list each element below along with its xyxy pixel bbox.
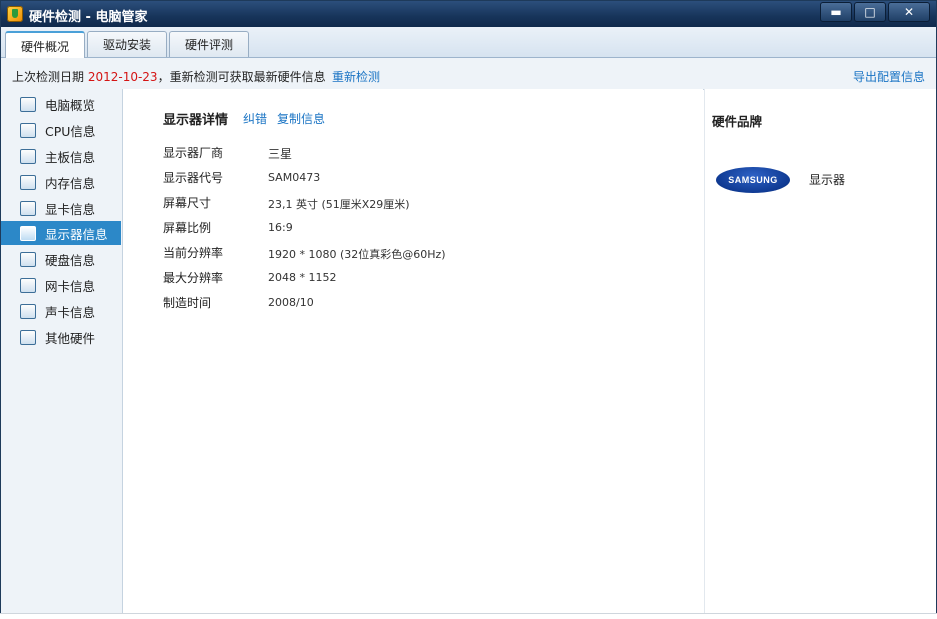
row-label-current-resolution: 当前分辨率 [163,246,224,260]
sidebar-item-label: 显卡信息 [45,201,96,217]
samsung-logo-text: SAMSUNG [728,175,778,185]
row-label-vendor: 显示器厂商 [163,146,224,160]
sidebar-item-memory[interactable]: 内存信息 [1,170,121,194]
sidebar-item-graphics[interactable]: 显卡信息 [1,196,121,220]
sidebar-item-motherboard[interactable]: 主板信息 [1,144,121,168]
sidebar-item-label: CPU信息 [45,123,96,139]
monitor-icon [20,225,36,241]
tab-bar: 硬件概况 驱动安装 硬件评测 [1,27,936,59]
sound-card-icon [20,303,36,319]
app-window: 硬件检测 - 电脑管家 ▬ □ ✕ 硬件概况 驱动安装 硬件评测 上次检测日期 … [0,0,937,614]
sidebar: 电脑概览 CPU信息 主板信息 内存信息 显卡信息 显示器信息 硬盘信息 网卡信… [1,89,123,613]
row-label-ratio: 屏幕比例 [163,221,212,235]
sidebar-item-label: 内存信息 [45,175,96,191]
network-card-icon [20,277,36,293]
row-label-max-resolution: 最大分辨率 [163,271,224,285]
sidebar-item-pc-overview[interactable]: 电脑概览 [1,92,121,116]
row-label-size: 屏幕尺寸 [163,196,212,210]
recheck-link[interactable]: 重新检测 [332,68,380,85]
motherboard-icon [20,148,36,164]
other-hardware-icon [20,329,36,345]
minimize-button[interactable]: ▬ [820,2,852,22]
sidebar-item-label: 主板信息 [45,149,96,165]
row-value-model: SAM0473 [268,171,321,184]
shield-icon [7,6,23,22]
row-value-size: 23,1 英寸 (51厘米X29厘米) [268,198,410,211]
sidebar-item-monitor[interactable]: 显示器信息 [1,221,121,245]
last-check-text: 上次检测日期 2012-10-23，重新检测可获取最新硬件信息 [12,68,326,85]
minimize-icon: ▬ [830,5,842,19]
section-title: 显示器详情 [163,113,229,128]
row-value-max-resolution: 2048 * 1152 [268,271,337,284]
close-button[interactable]: ✕ [888,2,930,22]
maximize-icon: □ [864,5,876,19]
tab-driver-install[interactable]: 驱动安装 [87,31,167,57]
brand-title: 硬件品牌 [712,114,763,129]
sidebar-item-label: 显示器信息 [45,226,108,242]
cpu-icon [20,122,36,138]
copy-info-link[interactable]: 复制信息 [277,110,325,127]
brand-panel: 硬件品牌 SAMSUNG 显示器 [704,89,936,613]
details-panel: 显示器详情 纠错 复制信息 显示器厂商 三星 显示器代号 SAM0473 屏幕尺… [123,89,703,613]
row-value-current-resolution: 1920 * 1080 (32位真彩色@60Hz) [268,248,446,261]
window-title: 硬件检测 - 电脑管家 [29,10,148,25]
maximize-button[interactable]: □ [854,2,886,22]
sidebar-item-hard-disk[interactable]: 硬盘信息 [1,247,121,271]
last-check-prefix: 上次检测日期 [12,70,88,84]
sidebar-item-label: 硬盘信息 [45,252,96,268]
window-controls: ▬ □ ✕ [818,2,930,22]
info-bar: 上次检测日期 2012-10-23，重新检测可获取最新硬件信息 重新检测 导出配… [1,58,936,90]
sidebar-item-cpu[interactable]: CPU信息 [1,118,121,142]
sidebar-item-label: 声卡信息 [45,304,96,320]
last-check-suffix: ，重新检测可获取最新硬件信息 [157,70,326,84]
sidebar-item-network[interactable]: 网卡信息 [1,273,121,297]
tab-hardware-overview[interactable]: 硬件概况 [5,31,85,59]
title-bar[interactable]: 硬件检测 - 电脑管家 ▬ □ ✕ [1,1,936,27]
sidebar-item-label: 网卡信息 [45,278,96,294]
row-value-ratio: 16:9 [268,221,293,234]
sidebar-item-label: 其他硬件 [45,330,96,346]
sidebar-item-sound[interactable]: 声卡信息 [1,299,121,323]
memory-icon [20,174,36,190]
bottom-strip [0,613,937,619]
close-icon: ✕ [903,5,915,19]
samsung-logo: SAMSUNG [716,167,790,193]
brand-category: 显示器 [809,173,846,187]
row-label-model: 显示器代号 [163,171,224,185]
sidebar-item-label: 电脑概览 [45,97,96,113]
correct-link[interactable]: 纠错 [243,110,267,127]
hard-disk-icon [20,251,36,267]
graphics-card-icon [20,200,36,216]
row-label-manufacture-date: 制造时间 [163,296,212,310]
row-value-vendor: 三星 [268,147,293,161]
last-check-date: 2012-10-23 [87,70,158,84]
export-config-link[interactable]: 导出配置信息 [853,68,925,85]
sidebar-item-other[interactable]: 其他硬件 [1,325,121,349]
row-value-manufacture-date: 2008/10 [268,296,314,309]
clipboard-icon [20,96,36,112]
tab-hardware-benchmark[interactable]: 硬件评测 [169,31,249,57]
